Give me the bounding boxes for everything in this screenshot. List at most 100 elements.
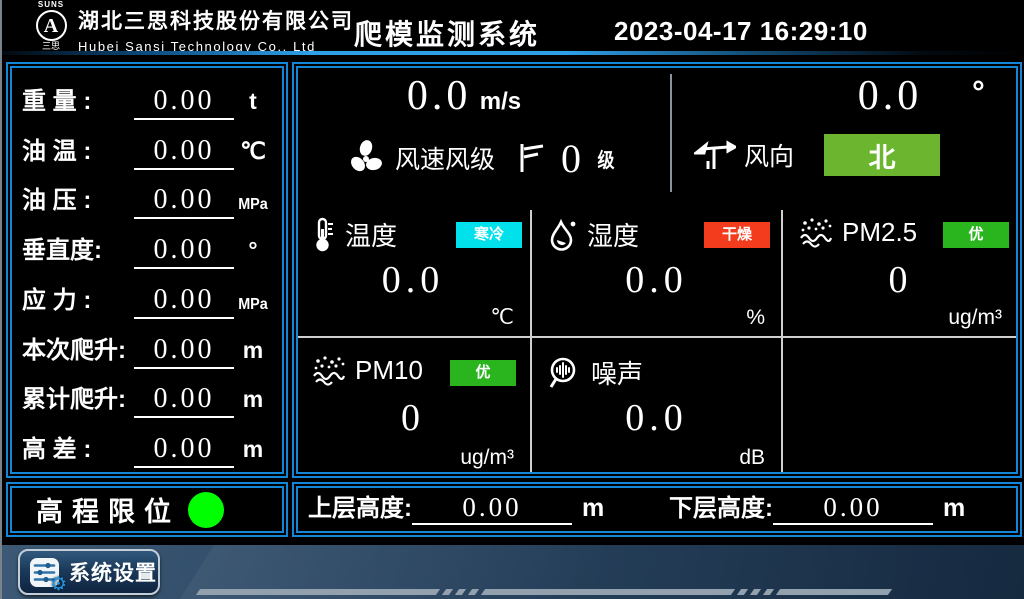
wind-speed-unit: m/s [480, 88, 521, 115]
dust-particles-icon [312, 354, 346, 386]
droplet-icon [548, 218, 578, 252]
lower-height-label: 下层高度: [669, 488, 773, 525]
sensor-card-header: 噪声 [548, 354, 643, 391]
sensor-card-header: 湿度 [548, 216, 639, 253]
metric-row-weight: 重 量 : 0.00 t [22, 74, 272, 120]
metric-unit: ℃ [234, 138, 272, 170]
wind-direction-unit: ° [972, 74, 985, 111]
logo-circle-icon: A [36, 10, 67, 41]
upper-height-group: 上层高度: 0.00 m [308, 488, 643, 532]
elevation-limit-status-light [188, 492, 224, 528]
metric-label: 累计爬升: [22, 379, 134, 418]
page-title: 爬模监测系统 [354, 13, 540, 53]
metric-label: 重 量 : [22, 81, 134, 120]
company-name-cn: 湖北三思科技股份有限公司 [78, 5, 354, 35]
wind-vane-icon [694, 137, 736, 173]
logo-suns-text: SUNS [28, 1, 74, 9]
sensor-card-header: PM2.5 [799, 216, 917, 248]
metric-row-current-climb: 本次爬升: 0.00 m [22, 323, 272, 369]
footer-bar: ⚙ 系统设置 [2, 545, 1024, 599]
metric-label: 应 力 : [22, 280, 134, 319]
metric-row-stress: 应 力 : 0.00 MPa [22, 273, 272, 319]
metric-value: 0.00 [134, 433, 234, 468]
wind-level-line: 风速风级 0 级 [294, 128, 668, 188]
metric-value: 0.00 [134, 135, 234, 170]
metric-value: 0.00 [134, 334, 234, 369]
metric-unit: m [234, 386, 272, 418]
wind-speed-block: 0.0 m/s 风速风级 [294, 64, 668, 198]
sensor-unit: % [746, 306, 765, 330]
sensor-unit: ℃ [490, 305, 514, 330]
metric-label: 高 差 : [22, 429, 134, 468]
sensor-value: 0.0 [298, 258, 528, 302]
datetime-display: 2023-04-17 16:29:10 [614, 16, 868, 47]
wind-speed-value-line: 0.0 m/s [294, 72, 634, 120]
gear-icon: ⚙ [50, 573, 67, 596]
sensor-card-noise: 噪声 0.0 dB [534, 340, 779, 474]
logo-sansi-text: 三思 [28, 42, 74, 51]
lower-height-unit: m [943, 494, 965, 525]
sensor-unit: dB [739, 446, 765, 470]
lower-height-value: 0.00 [773, 492, 933, 525]
sensor-name: PM10 [355, 355, 423, 386]
header: SUNS A 三思 湖北三思科技股份有限公司 Hubei Sansi Techn… [2, 0, 1024, 58]
thermometer-icon [312, 217, 336, 253]
sensor-value: 0 [785, 258, 1016, 302]
layer-heights-panel: 上层高度: 0.00 m 下层高度: 0.00 m [292, 482, 1022, 537]
sensor-status-badge: 寒冷 [456, 222, 522, 248]
metric-label: 油 温 : [22, 131, 134, 170]
wind-direction-label: 风向 [744, 137, 794, 173]
sensor-unit: ug/m³ [460, 446, 514, 470]
header-accent-line [2, 51, 1024, 55]
sensor-name: 湿度 [587, 216, 639, 253]
company-name-block: 湖北三思科技股份有限公司 Hubei Sansi Technology Co.,… [78, 5, 354, 54]
wind-level-value: 0 [561, 135, 581, 182]
sensor-status-badge: 优 [450, 360, 516, 386]
sensor-unit: ug/m³ [948, 306, 1002, 330]
metric-label: 本次爬升: [22, 330, 134, 369]
metric-value: 0.00 [134, 234, 234, 269]
grid-divider-horizontal [298, 336, 1016, 338]
metric-value: 0.00 [134, 184, 234, 219]
metric-unit: ° [234, 237, 272, 269]
company-logo: SUNS A 三思 [28, 1, 74, 57]
upper-height-value: 0.00 [412, 492, 572, 525]
sensor-status-badge: 优 [943, 222, 1009, 248]
noise-magnifier-icon [548, 356, 582, 390]
sensor-card-header: 温度 [312, 216, 397, 253]
metric-value: 0.00 [134, 85, 234, 120]
sensor-card-temperature: 温度 寒冷 0.0 ℃ [298, 202, 528, 334]
wind-direction-compass-badge: 北 [824, 134, 940, 176]
wind-direction-value-line: 0.0 [790, 72, 990, 120]
dust-particles-icon [799, 216, 833, 248]
sensor-card-pm10: PM10 优 0 ug/m³ [298, 340, 528, 474]
metric-unit: m [234, 436, 272, 468]
metrics-sidebar: 重 量 : 0.00 t 油 温 : 0.00 ℃ 油 压 : 0.00 MPa… [6, 62, 288, 478]
metric-value: 0.00 [134, 284, 234, 319]
climbing-formwork-monitor-screen: SUNS A 三思 湖北三思科技股份有限公司 Hubei Sansi Techn… [0, 0, 1024, 599]
wind-direction-value: 0.0 [858, 73, 923, 119]
sensor-value: 0 [298, 396, 528, 440]
wind-level-unit: 级 [598, 144, 615, 173]
metric-unit: MPa [236, 196, 270, 219]
sensor-card-humidity: 湿度 干燥 0.0 % [534, 202, 779, 334]
sensor-status-badge: 干燥 [704, 222, 770, 248]
wind-direction-block: 0.0 ° 风向 北 [672, 64, 1020, 198]
metric-row-oil-pressure: 油 压 : 0.00 MPa [22, 173, 272, 219]
metric-row-total-climb: 累计爬升: 0.00 m [22, 372, 272, 418]
grid-divider-vertical [530, 210, 532, 472]
metric-unit: MPa [236, 296, 270, 319]
sensor-card-pm25: PM2.5 优 0 ug/m³ [785, 202, 1016, 334]
wind-speed-value: 0.0 [407, 73, 472, 119]
sensor-value: 0.0 [534, 258, 779, 302]
upper-height-unit: m [582, 494, 604, 525]
environment-panel: 0.0 m/s 风速风级 [292, 62, 1022, 478]
metric-unit: m [234, 337, 272, 369]
metric-value: 0.00 [134, 383, 234, 418]
metric-row-height-diff: 高 差 : 0.00 m [22, 422, 272, 468]
sliders-gear-icon: ⚙ [29, 557, 60, 588]
system-settings-button[interactable]: ⚙ 系统设置 [18, 549, 160, 595]
footer-decor-stripe [198, 589, 890, 595]
fan-icon [346, 138, 386, 178]
sensor-name: 温度 [345, 216, 397, 253]
